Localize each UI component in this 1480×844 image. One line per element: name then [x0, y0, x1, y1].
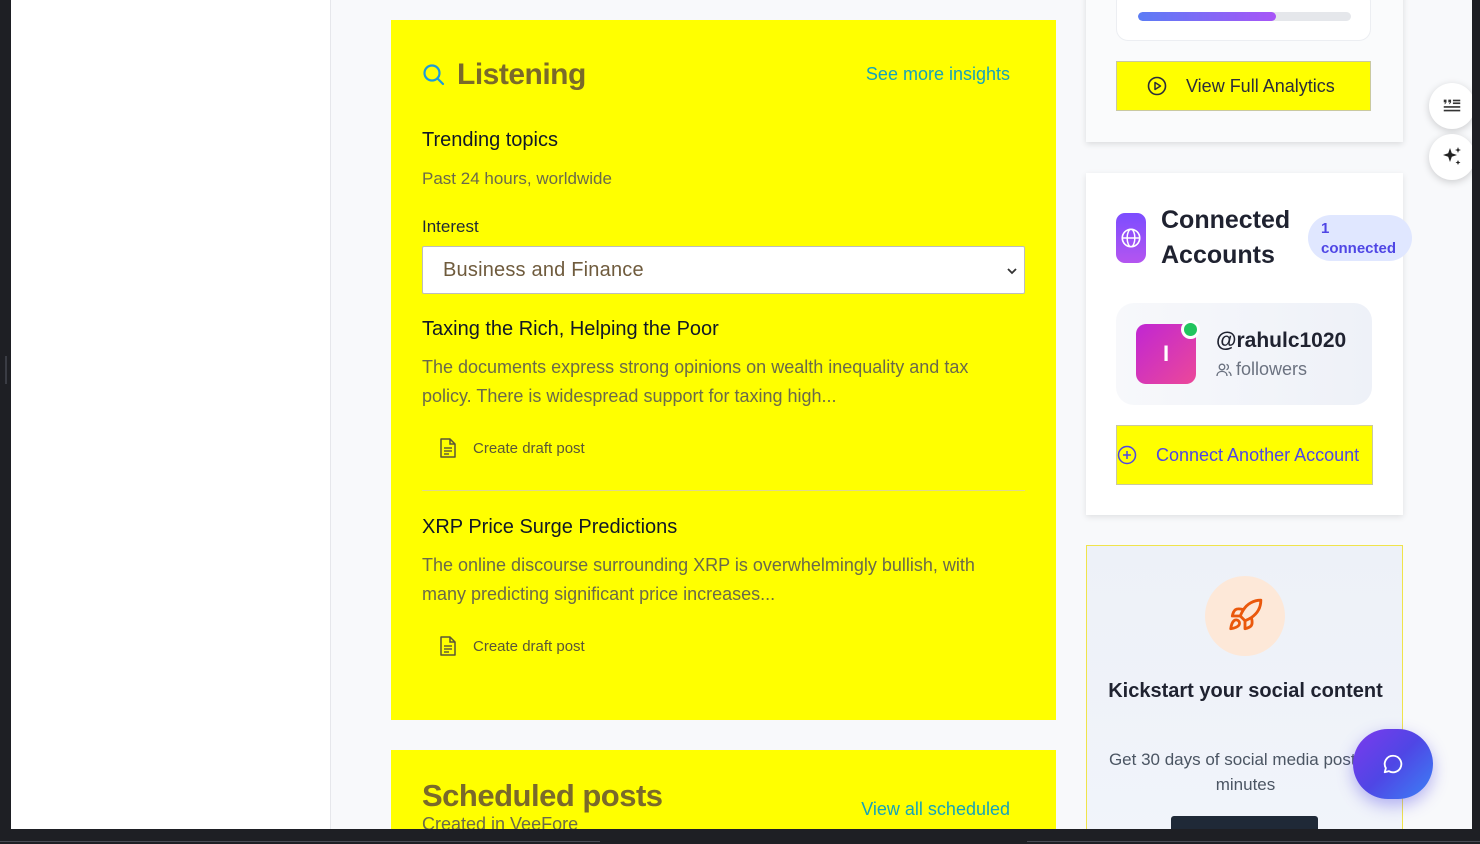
- chat-button[interactable]: [1353, 729, 1433, 799]
- analytics-progress-fill: [1138, 12, 1277, 21]
- followers-row: followers: [1216, 359, 1307, 380]
- view-all-scheduled-link[interactable]: View all scheduled: [861, 799, 1010, 820]
- connected-accounts-title: Connected Accounts: [1161, 206, 1291, 269]
- topic-divider: [422, 490, 1025, 491]
- window-left-edge: [0, 0, 11, 844]
- chevron-down-icon: [1007, 268, 1017, 275]
- ai-sparkle-button[interactable]: [1429, 134, 1472, 180]
- topic-description: The documents express strong opinions on…: [422, 357, 969, 406]
- interest-select[interactable]: Business and Finance: [422, 246, 1025, 294]
- analytics-card: View Full Analytics: [1086, 0, 1403, 142]
- quote-list-icon: [1443, 99, 1461, 112]
- kickstart-card: Kickstart your social content Get 30 day…: [1086, 545, 1403, 829]
- see-more-insights-link[interactable]: See more insights: [866, 64, 1010, 85]
- account-item[interactable]: I @rahulc1020 followers: [1116, 303, 1372, 405]
- document-icon: [440, 636, 456, 656]
- reader-mode-button[interactable]: [1429, 83, 1472, 129]
- online-status-dot: [1181, 320, 1200, 339]
- interest-label: Interest: [422, 217, 479, 236]
- search-icon: [423, 64, 445, 86]
- listening-card: Listening See more insights Trending top…: [391, 20, 1056, 720]
- connected-count-badge: 1 connected: [1308, 215, 1412, 261]
- view-full-analytics-button[interactable]: View Full Analytics: [1116, 61, 1371, 111]
- interest-selected-value: Business and Finance: [443, 258, 644, 281]
- kickstart-description: Get 30 days of social media posts in min…: [1108, 750, 1383, 794]
- create-draft-post-label: Create draft post: [473, 637, 585, 655]
- view-full-analytics-label: View Full Analytics: [1186, 75, 1335, 96]
- analytics-progress-panel: [1116, 0, 1371, 41]
- resize-grip[interactable]: [5, 356, 7, 384]
- trending-topics-title: Trending topics: [422, 129, 558, 151]
- play-circle-icon: [1147, 76, 1167, 96]
- chat-bubble-icon: [1383, 754, 1403, 774]
- scheduled-posts-card: Scheduled posts Created in VeeFore View …: [391, 750, 1056, 829]
- listening-title: Listening: [457, 58, 586, 91]
- connect-another-account-label: Connect Another Account: [1156, 444, 1360, 465]
- topic-title: Taxing the Rich, Helping the Poor: [422, 318, 719, 340]
- listening-header: Listening: [422, 58, 586, 92]
- account-handle: @rahulc1020: [1216, 329, 1347, 352]
- create-draft-post-button[interactable]: Create draft post: [439, 438, 585, 458]
- scheduled-posts-subtitle: Created in VeeFore: [422, 814, 579, 829]
- plus-circle-icon: [1117, 445, 1137, 465]
- followers-label: followers: [1236, 359, 1308, 379]
- document-icon: [440, 438, 456, 458]
- analytics-progress-bar: [1138, 12, 1351, 21]
- create-draft-post-label: Create draft post: [473, 439, 585, 457]
- connected-accounts-card: Connected Accounts 1 connected I @rahulc…: [1086, 173, 1412, 515]
- connect-another-account-button[interactable]: Connect Another Account: [1116, 425, 1373, 485]
- kickstart-cta-button[interactable]: [1171, 816, 1318, 829]
- window-bottom-bar: [0, 829, 1480, 844]
- topic-description: The online discourse surrounding XRP is …: [422, 555, 975, 604]
- sparkle-icon: [1443, 147, 1461, 165]
- users-icon: [1216, 363, 1232, 376]
- page-viewport: Listening See more insights Trending top…: [11, 0, 1472, 829]
- globe-icon: [1116, 213, 1146, 263]
- trending-topics-subtitle: Past 24 hours, worldwide: [422, 169, 612, 188]
- topic-title: XRP Price Surge Predictions: [422, 516, 678, 538]
- scheduled-posts-title: Scheduled posts: [422, 778, 663, 813]
- kickstart-title: Kickstart your social content: [1108, 680, 1383, 702]
- sidebar: [11, 0, 331, 829]
- create-draft-post-button[interactable]: Create draft post: [439, 636, 585, 656]
- rocket-icon: [1205, 576, 1285, 656]
